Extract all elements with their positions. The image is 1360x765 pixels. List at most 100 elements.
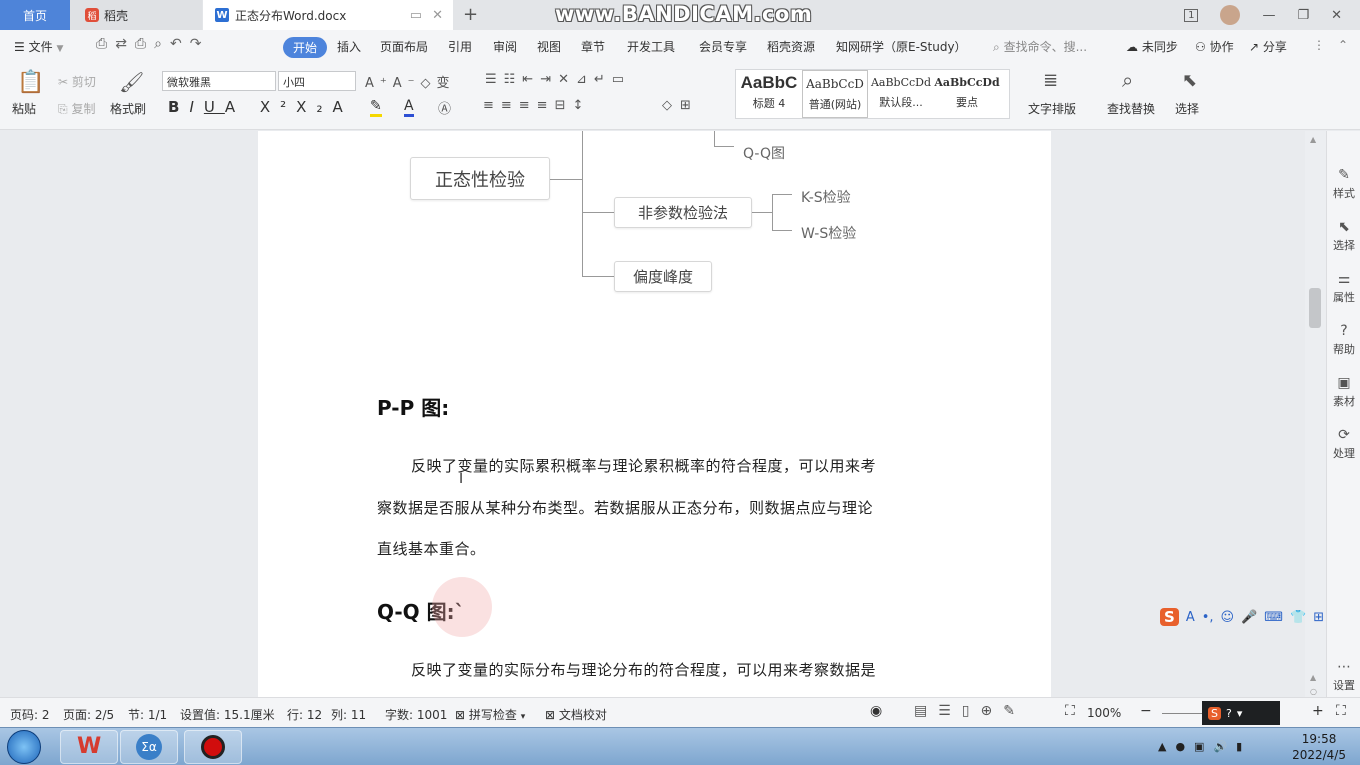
paste-button[interactable]: 粘贴 bbox=[12, 100, 36, 117]
char-border-icon[interactable]: Ⓐ bbox=[438, 98, 451, 117]
menu-insert[interactable]: 插入 bbox=[337, 38, 361, 55]
shading-border-controls[interactable]: ◇⊞ bbox=[662, 98, 699, 113]
menu-dev-tools[interactable]: 开发工具 bbox=[627, 38, 675, 55]
chevron-down-icon: ▾ bbox=[520, 712, 526, 722]
taskbar-record-button[interactable] bbox=[184, 730, 242, 764]
ime-letter-icon[interactable]: A bbox=[1186, 610, 1195, 625]
quick-access-toolbar[interactable]: ⎙⇄⎙⌕↶↷ bbox=[96, 36, 209, 52]
ime-grid-icon[interactable]: ⊞ bbox=[1313, 610, 1324, 625]
restore-button[interactable]: ❐ bbox=[1297, 8, 1309, 23]
status-page[interactable]: 页面: 2/5 bbox=[63, 706, 114, 723]
ime-mic-icon[interactable]: 🎤 bbox=[1241, 610, 1257, 625]
sidebar-item-select[interactable]: ⬉ 选择 bbox=[1327, 219, 1360, 253]
ime-punct-icon[interactable]: •, bbox=[1202, 610, 1214, 625]
system-clock[interactable]: 19:58 2022/4/5 bbox=[1292, 731, 1346, 763]
zoom-out-icon[interactable]: − bbox=[1140, 703, 1152, 719]
menu-member[interactable]: 会员专享 bbox=[699, 38, 747, 55]
start-button[interactable] bbox=[7, 730, 41, 764]
zoom-level[interactable]: 100% bbox=[1087, 706, 1121, 720]
font-color-icon[interactable]: A bbox=[404, 98, 414, 117]
select-button[interactable]: 选择 bbox=[1175, 100, 1199, 117]
view-mode-icons[interactable]: ▤☰▯⊕✎ bbox=[914, 703, 1026, 719]
font-name-select[interactable]: 微软雅黑 bbox=[162, 71, 276, 91]
menu-cnki[interactable]: 知网研学（原E-Study） bbox=[836, 38, 967, 55]
tab-document[interactable]: W 正态分布Word.docx ▭ ✕ bbox=[203, 0, 453, 30]
font-size-select[interactable]: 小四 bbox=[278, 71, 356, 91]
scrollbar-thumb[interactable] bbox=[1309, 288, 1321, 328]
ime-status-tray[interactable]: S ? ▾ bbox=[1202, 701, 1280, 725]
tab-close-icon[interactable]: ✕ bbox=[432, 8, 443, 23]
avatar[interactable] bbox=[1220, 5, 1241, 25]
status-word-count[interactable]: 字数: 1001 bbox=[385, 706, 447, 723]
minimize-button[interactable]: — bbox=[1262, 8, 1275, 23]
collapse-ribbon-icon[interactable]: ⌃ bbox=[1338, 38, 1348, 52]
style-normal-web[interactable]: AaBbCcD 普通(网站) bbox=[802, 70, 868, 118]
new-tab-button[interactable]: + bbox=[463, 4, 478, 25]
menu-chapter[interactable]: 章节 bbox=[581, 38, 605, 55]
sidebar-item-properties[interactable]: ⚌ 属性 bbox=[1327, 271, 1360, 305]
copy-button[interactable]: ⎘ 复制 bbox=[58, 100, 95, 117]
status-page-code[interactable]: 页码: 2 bbox=[10, 706, 50, 723]
font-size-controls[interactable]: A⁺A⁻◇变 bbox=[365, 72, 456, 91]
tab-daoke[interactable]: 稻 稻壳 bbox=[70, 0, 202, 30]
share-label: 分享 bbox=[1262, 40, 1287, 54]
close-button[interactable]: ✕ bbox=[1331, 8, 1342, 23]
menu-page-layout[interactable]: 页面布局 bbox=[380, 38, 428, 55]
cut-button[interactable]: ✂ 剪切 bbox=[58, 73, 96, 90]
doc-proof-button[interactable]: ⊠ 文档校对 bbox=[545, 706, 607, 723]
text-layout-button[interactable]: 文字排版 bbox=[1028, 100, 1076, 117]
style-default-para[interactable]: AaBbCcDd 默认段... bbox=[868, 70, 934, 118]
sidebar-item-settings[interactable]: ⋯ 设置 bbox=[1327, 659, 1360, 693]
scissors-icon: ✂ bbox=[58, 75, 69, 89]
share-button[interactable]: ↗ 分享 bbox=[1249, 38, 1287, 55]
style-heading4[interactable]: AaBbC 标题 4 bbox=[736, 70, 802, 118]
zoom-in-icon[interactable]: + bbox=[1312, 703, 1324, 719]
status-section[interactable]: 节: 1/1 bbox=[128, 706, 167, 723]
spell-check-button[interactable]: ⊠ 拼写检查 ▾ bbox=[455, 706, 525, 723]
sidebar-item-help[interactable]: ? 帮助 bbox=[1327, 323, 1360, 357]
sidebar-item-process[interactable]: ⟳ 处理 bbox=[1327, 427, 1360, 461]
menu-daoke-resources[interactable]: 稻壳资源 bbox=[767, 38, 815, 55]
command-search[interactable]: ⌕ 查找命令、搜... bbox=[993, 38, 1087, 55]
ime-emoji-icon[interactable]: ☺ bbox=[1221, 610, 1235, 625]
more-icon[interactable]: ⋮ bbox=[1313, 38, 1325, 52]
tab-pin-icon[interactable]: ▭ bbox=[410, 8, 422, 23]
sidebar-item-material[interactable]: ▣ 素材 bbox=[1327, 375, 1360, 409]
document-page[interactable]: 正态性检验 Q-Q图 非参数检验法 K-S检验 W-S检验 偏度峰度 P-P 图… bbox=[258, 131, 1051, 697]
system-tray-icons[interactable]: ▲●▣🔊▮ bbox=[1158, 740, 1251, 753]
taskbar-wps-button[interactable]: W bbox=[60, 730, 118, 764]
menu-start[interactable]: 开始 bbox=[283, 37, 328, 58]
ime-skin-icon[interactable]: 👕 bbox=[1290, 610, 1306, 625]
scroll-up-icon[interactable]: ▲ bbox=[1310, 135, 1316, 144]
status-row[interactable]: 行: 12 bbox=[287, 706, 322, 723]
ime-keyboard-icon[interactable]: ⌨ bbox=[1264, 610, 1283, 625]
paragraph-align-controls[interactable]: ≡≡≡≡⊟↕ bbox=[483, 98, 590, 113]
format-painter-button[interactable]: 格式刷 bbox=[110, 100, 146, 117]
menu-file[interactable]: ☰ 文件 ▼ bbox=[14, 38, 63, 55]
highlight-color-icon[interactable]: ✎ bbox=[370, 98, 382, 117]
font-format-buttons[interactable]: BIUA X²X₂A bbox=[168, 98, 353, 116]
pp-paragraph-line: 直线基本重合。 bbox=[377, 540, 486, 558]
zoom-slider[interactable] bbox=[1162, 713, 1202, 714]
sidebar-item-style[interactable]: ✎ 样式 bbox=[1327, 167, 1360, 201]
mindmap-connector bbox=[582, 131, 583, 276]
paragraph-list-controls[interactable]: ☰☷⇤⇥✕⊿↵▭ bbox=[485, 72, 631, 87]
taskbar-math-button[interactable]: Σα bbox=[120, 730, 178, 764]
fit-page-icon[interactable]: ⛶ bbox=[1065, 703, 1075, 719]
eye-protect-icon[interactable]: ◉ bbox=[870, 703, 882, 719]
status-setting[interactable]: 设置值: 15.1厘米 bbox=[180, 706, 275, 723]
fullscreen-icon[interactable]: ⛶ bbox=[1336, 703, 1346, 719]
style-key-point[interactable]: AaBbCcDd 要点 bbox=[934, 70, 1000, 118]
find-replace-button[interactable]: 查找替换 bbox=[1107, 100, 1155, 117]
document-area[interactable]: 正态性检验 Q-Q图 非参数检验法 K-S检验 W-S检验 偏度峰度 P-P 图… bbox=[0, 131, 1305, 697]
collab-button[interactable]: ⚇ 协作 bbox=[1195, 38, 1234, 55]
tab-home[interactable]: 首页 bbox=[0, 0, 70, 30]
style-key-preview: AaBbCcDd bbox=[934, 76, 1000, 89]
status-col[interactable]: 列: 11 bbox=[331, 706, 366, 723]
page-count-badge[interactable]: 1 bbox=[1184, 8, 1199, 22]
menu-references[interactable]: 引用 bbox=[448, 38, 472, 55]
sync-status[interactable]: ☁ 未同步 bbox=[1126, 38, 1178, 55]
ime-toolbar[interactable]: S A •, ☺ 🎤 ⌨ 👕 ⊞ bbox=[1160, 604, 1360, 630]
menu-review[interactable]: 审阅 bbox=[493, 38, 517, 55]
menu-view[interactable]: 视图 bbox=[537, 38, 561, 55]
